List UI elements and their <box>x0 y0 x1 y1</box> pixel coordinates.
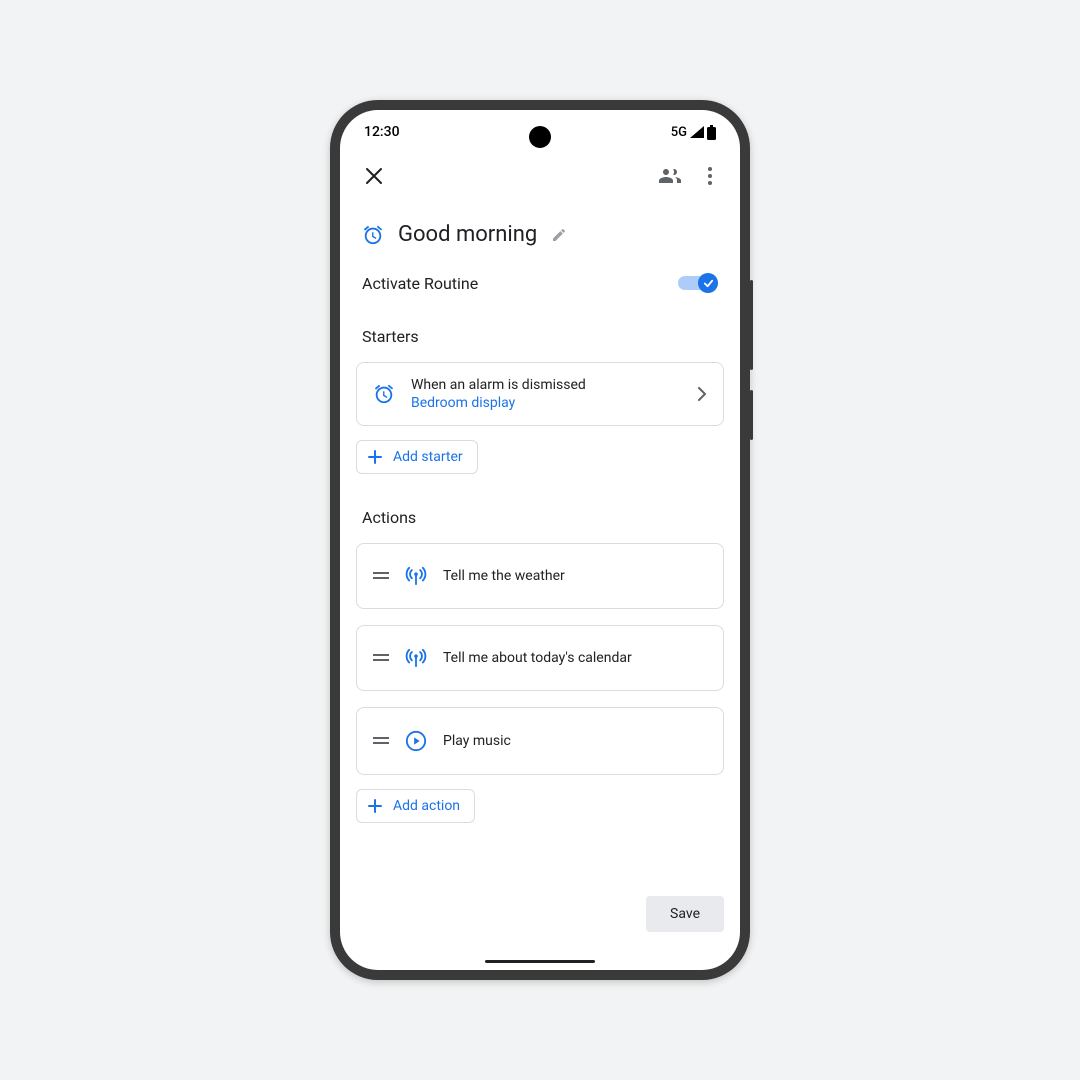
action-label: Play music <box>443 733 511 749</box>
alarm-icon <box>362 224 384 246</box>
power-button <box>750 390 753 440</box>
action-card[interactable]: Tell me about today's calendar <box>356 625 724 691</box>
drag-handle-icon[interactable] <box>373 737 389 745</box>
broadcast-icon <box>405 648 427 668</box>
action-label: Tell me about today's calendar <box>443 650 632 666</box>
routine-title: Good morning <box>398 222 537 247</box>
drag-handle-icon[interactable] <box>373 572 389 580</box>
starter-primary-text: When an alarm is dismissed <box>411 377 681 393</box>
content: Good morning Activate Routine Starters <box>340 140 740 823</box>
edit-icon[interactable] <box>551 227 567 243</box>
starter-secondary-text: Bedroom display <box>411 395 681 411</box>
alarm-icon <box>373 383 395 405</box>
signal-icon <box>689 125 705 139</box>
action-card[interactable]: Play music <box>356 707 724 775</box>
chevron-right-icon <box>697 387 707 401</box>
starters-section-label: Starters <box>356 293 724 346</box>
activate-row: Activate Routine <box>356 247 724 293</box>
battery-icon <box>707 125 716 140</box>
title-row: Good morning <box>356 188 724 247</box>
activate-toggle[interactable] <box>678 273 718 293</box>
action-card[interactable]: Tell me the weather <box>356 543 724 609</box>
save-label: Save <box>670 906 700 922</box>
action-label: Tell me the weather <box>443 568 565 584</box>
actions-section-label: Actions <box>356 474 724 527</box>
phone-screen: 12:30 5G <box>340 110 740 970</box>
add-action-label: Add action <box>393 798 460 814</box>
volume-button <box>750 280 753 370</box>
drag-handle-icon[interactable] <box>373 654 389 662</box>
overflow-menu-icon[interactable] <box>702 164 718 188</box>
plus-icon <box>367 798 383 814</box>
activate-label: Activate Routine <box>362 274 478 293</box>
nav-indicator <box>485 960 595 963</box>
play-icon <box>405 730 427 752</box>
add-action-button[interactable]: Add action <box>356 789 475 823</box>
add-starter-button[interactable]: Add starter <box>356 440 478 474</box>
status-network: 5G <box>671 125 687 140</box>
camera-hole <box>529 126 551 148</box>
plus-icon <box>367 449 383 465</box>
save-button[interactable]: Save <box>646 896 724 932</box>
status-time: 12:30 <box>364 124 400 140</box>
add-starter-label: Add starter <box>393 449 463 465</box>
people-icon[interactable] <box>658 164 682 188</box>
close-button[interactable] <box>362 164 386 188</box>
status-right: 5G <box>671 125 716 140</box>
broadcast-icon <box>405 566 427 586</box>
starter-card[interactable]: When an alarm is dismissed Bedroom displ… <box>356 362 724 426</box>
phone-frame: 12:30 5G <box>330 100 750 980</box>
